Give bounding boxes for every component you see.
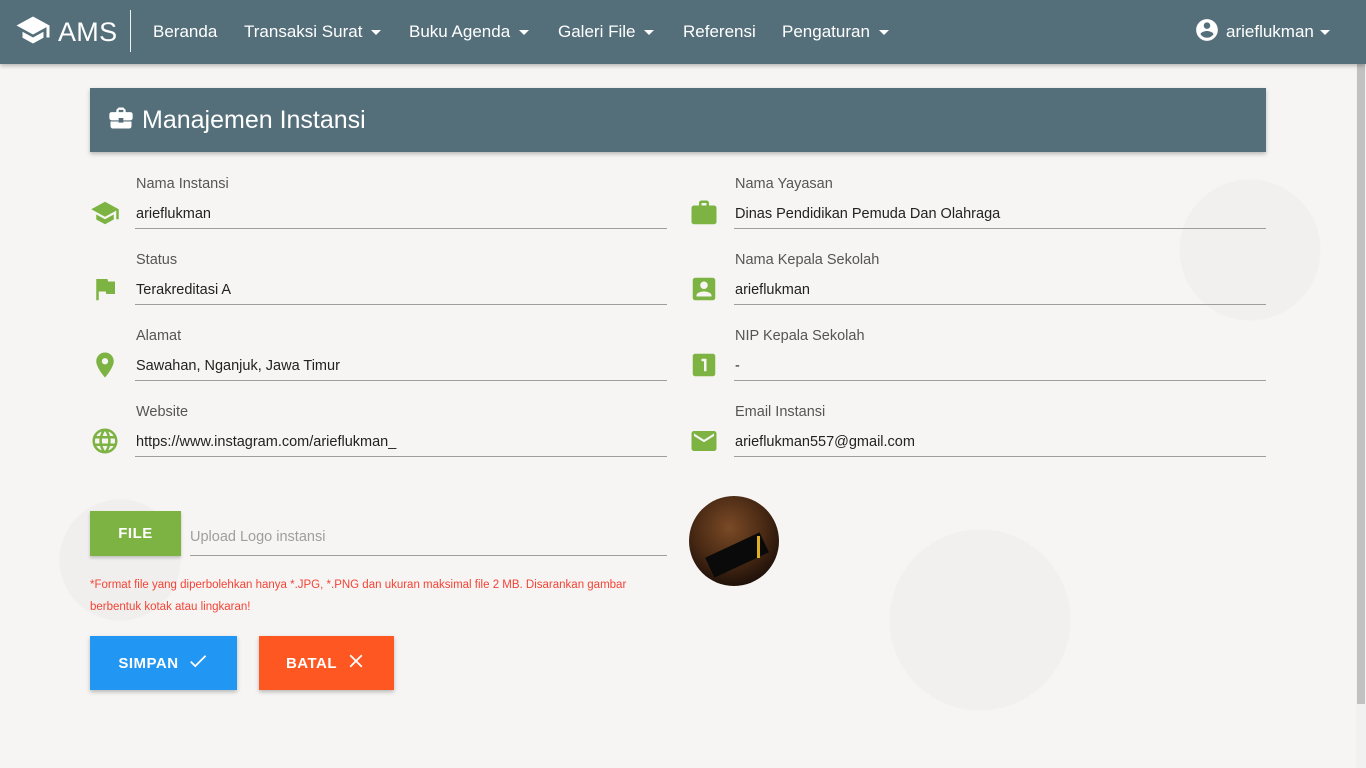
tassel-shape <box>757 536 760 558</box>
nav-item-label: Referensi <box>683 22 756 41</box>
top-navbar: AMS Beranda Transaksi Surat Buku Agenda … <box>0 0 1366 64</box>
caret-down-icon <box>644 29 655 35</box>
nav-item-pengaturan[interactable]: Pengaturan <box>782 0 889 64</box>
cancel-button-label: BATAL <box>285 654 338 672</box>
nama-instansi-input[interactable] <box>135 199 667 229</box>
nav-item-beranda[interactable]: Beranda <box>153 0 217 64</box>
nav-item-transaksi-surat[interactable]: Transaksi Surat <box>244 0 382 64</box>
field-nama-yayasan: Nama Yayasan <box>689 176 1266 252</box>
email-icon <box>689 426 719 456</box>
nav-item-label: Beranda <box>153 22 218 41</box>
nav-item-galeri-file[interactable]: Galeri File <box>558 0 655 64</box>
graduation-cap-icon <box>15 12 51 53</box>
field-alamat: Alamat <box>90 328 667 404</box>
location-pin-icon <box>90 350 120 380</box>
field-label: Website <box>136 404 189 420</box>
caret-down-icon <box>519 29 530 35</box>
logo-preview-image <box>689 496 779 586</box>
save-button[interactable]: SIMPAN <box>90 636 237 690</box>
nav-divider <box>130 10 131 52</box>
number-one-box-icon <box>689 350 719 380</box>
field-nip-kepala-sekolah: NIP Kepala Sekolah <box>689 328 1266 404</box>
nip-kepala-sekolah-input[interactable] <box>734 351 1266 381</box>
close-icon <box>337 650 367 676</box>
check-icon <box>179 650 209 676</box>
field-label: Email Instansi <box>735 404 826 420</box>
save-button-label: SIMPAN <box>118 654 179 672</box>
field-label: NIP Kepala Sekolah <box>735 328 865 344</box>
nama-yayasan-input[interactable] <box>734 199 1266 229</box>
alamat-input[interactable] <box>135 351 667 381</box>
page-scrollbar[interactable] <box>1356 64 1366 768</box>
nama-kepala-sekolah-input[interactable] <box>734 275 1266 305</box>
scrollbar-thumb[interactable] <box>1357 64 1365 704</box>
caret-down-icon <box>371 29 382 35</box>
contact-card-icon <box>689 274 719 304</box>
website-input[interactable] <box>135 427 667 457</box>
field-label: Nama Yayasan <box>735 176 833 192</box>
account-circle-icon <box>1194 17 1226 48</box>
nav-item-label: Galeri File <box>558 22 636 41</box>
field-email-instansi: Email Instansi <box>689 404 1266 480</box>
field-status: Status <box>90 252 667 328</box>
file-button-label: FILE <box>118 525 153 542</box>
field-label: Status <box>136 252 178 268</box>
briefcase-icon <box>90 104 135 137</box>
caret-down-icon <box>1319 29 1330 35</box>
user-name: arieflukman <box>1226 22 1314 41</box>
nav-item-buku-agenda[interactable]: Buku Agenda <box>409 0 530 64</box>
field-nama-kepala-sekolah: Nama Kepala Sekolah <box>689 252 1266 328</box>
nav-item-label: Pengaturan <box>782 22 870 41</box>
caret-down-icon <box>878 29 889 35</box>
nav-item-label: Buku Agenda <box>409 22 511 41</box>
page-title: Manajemen Instansi <box>142 105 366 134</box>
status-input[interactable] <box>135 275 667 305</box>
field-label: Nama Instansi <box>136 176 229 192</box>
upload-format-note: *Format file yang diperbolehkan hanya *.… <box>90 579 627 613</box>
field-label: Alamat <box>136 328 182 344</box>
field-nama-instansi: Nama Instansi <box>90 176 667 252</box>
globe-icon <box>90 426 120 456</box>
page-header: Manajemen Instansi <box>90 88 1266 152</box>
nav-item-label: Transaksi Surat <box>244 22 363 41</box>
email-instansi-input[interactable] <box>734 427 1266 457</box>
brand-name: AMS <box>58 16 118 47</box>
field-label: Nama Kepala Sekolah <box>735 252 880 268</box>
cancel-button[interactable]: BATAL <box>259 636 394 690</box>
upload-logo-path-input[interactable] <box>190 518 667 556</box>
nav-item-referensi[interactable]: Referensi <box>683 0 756 64</box>
flag-icon <box>90 274 120 304</box>
file-upload-button[interactable]: FILE <box>90 511 181 556</box>
user-menu[interactable]: arieflukman <box>1194 0 1330 64</box>
graduation-cap-icon <box>90 198 120 228</box>
field-website: Website <box>90 404 667 480</box>
brand-link[interactable]: AMS <box>15 0 117 64</box>
briefcase-icon <box>689 198 719 228</box>
